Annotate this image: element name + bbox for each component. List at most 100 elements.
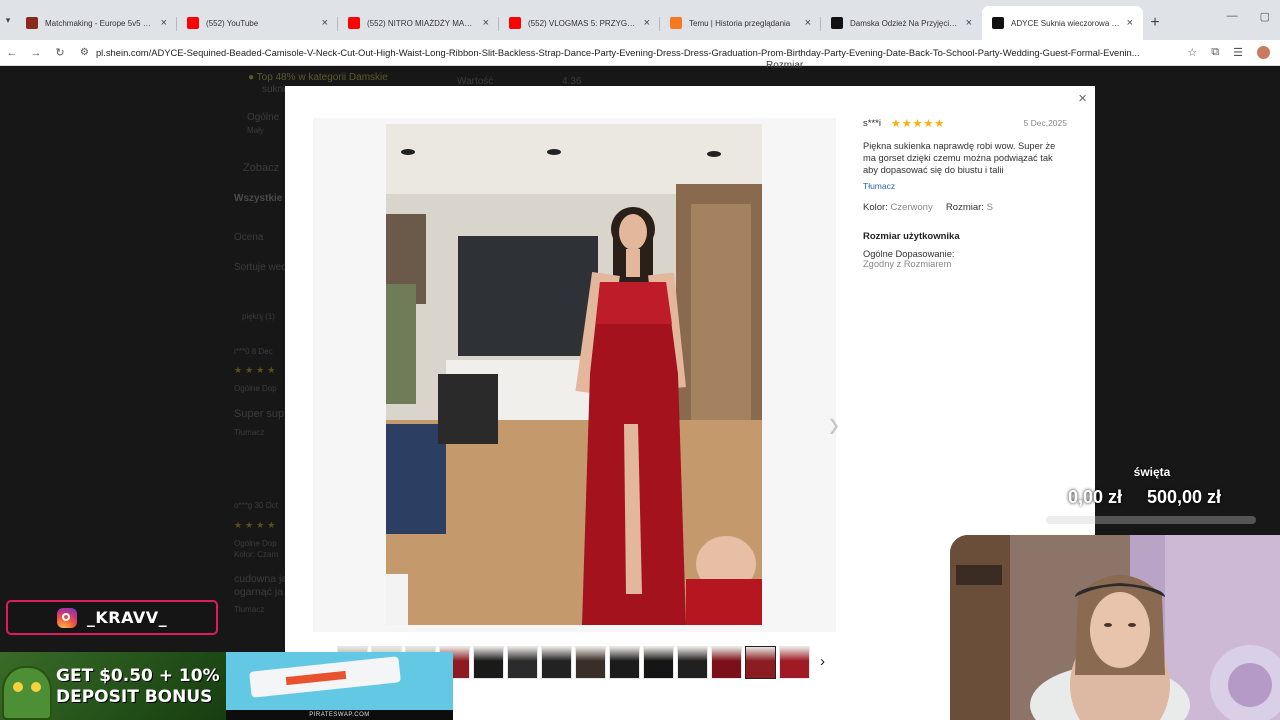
tab-close-icon[interactable]: × xyxy=(805,17,811,29)
bg-review-2-fit: Ogólne Dop xyxy=(234,539,277,548)
reading-list-icon[interactable]: ☰ xyxy=(1233,46,1243,59)
webcam-image xyxy=(950,535,1280,720)
minimize-icon[interactable]: — xyxy=(1227,10,1238,23)
bg-review-2-text-2: ogarnąć ja xyxy=(234,586,284,598)
tab-favicon-icon xyxy=(509,17,521,29)
bg-review-1-user: i***0 8 Dec xyxy=(234,347,273,356)
screen: { "browser": { "tabs": [ {"title": "Matc… xyxy=(0,0,1280,720)
browser-tab[interactable]: Damska Odzież Na Przyjęcie | S... × xyxy=(821,6,982,40)
maximize-icon[interactable]: ▢ xyxy=(1260,10,1270,23)
pirate-mascot-icon xyxy=(2,666,52,720)
browser-tab[interactable]: Temu | Historia przeglądania × xyxy=(660,6,821,40)
bg-review-1-stars: ★★★★ xyxy=(234,365,279,375)
thumbnail[interactable] xyxy=(507,646,538,679)
pictures-filter[interactable]: pięknj (1) xyxy=(242,312,275,321)
tab-close-icon[interactable]: × xyxy=(1127,17,1133,29)
forward-button[interactable]: → xyxy=(24,47,48,59)
tab-title: Temu | Historia przeglądania xyxy=(689,18,791,28)
tab-favicon-icon xyxy=(992,17,1004,29)
review-attributes: Kolor: Czerwony Rozmiar: S xyxy=(863,202,1067,213)
back-button[interactable]: ← xyxy=(0,47,24,59)
fit-value: Zgodny z Rozmiarem xyxy=(863,259,952,269)
tab-favicon-icon xyxy=(831,17,843,29)
user-size-heading: Rozmiar użytkownika xyxy=(863,231,960,242)
tab-close-icon[interactable]: × xyxy=(322,17,328,29)
browser-tab[interactable]: Matchmaking - Europe 5v5 Qu... × xyxy=(16,6,177,40)
tab-favicon-icon xyxy=(187,17,199,29)
tab-close-icon[interactable]: × xyxy=(161,17,167,29)
bg-review-2-color: Kolor: Czarn xyxy=(234,550,279,559)
overall-label: Ogólne xyxy=(247,112,280,123)
thumbnail[interactable] xyxy=(711,646,742,679)
review-image-viewer: › xyxy=(313,118,839,632)
tab-close-icon[interactable]: × xyxy=(644,17,650,29)
reload-button[interactable]: ↻ xyxy=(48,46,72,59)
promo-line-2: DEPOSIT BONUS xyxy=(56,687,213,707)
thumbnail[interactable] xyxy=(779,646,810,679)
review-photo[interactable] xyxy=(386,124,762,625)
size-label: Rozmiar: xyxy=(945,202,984,213)
promo-site-label: PIRATESWAP.COM xyxy=(226,710,453,720)
browser-tab[interactable]: (552) NITRO MIAŻDŻY MAMM... × xyxy=(338,6,499,40)
rating-stars: ★★★★★ xyxy=(890,117,946,130)
tab-title: Matchmaking - Europe 5v5 Qu... xyxy=(45,18,154,28)
review-detail: s***i ★★★★★ 5 Dec,2025 Piękna sukienka n… xyxy=(863,116,1067,270)
thumbnail[interactable] xyxy=(473,646,504,679)
streamer-webcam xyxy=(950,535,1280,720)
thumbnail[interactable] xyxy=(541,646,572,679)
window-controls: — ▢ xyxy=(1227,10,1270,23)
see-more-link[interactable]: Zobacz xyxy=(243,162,279,174)
site-info-icon[interactable]: ⚙ xyxy=(80,47,89,58)
thumbnail[interactable] xyxy=(745,646,776,679)
browser-tabstrip: ▾ Matchmaking - Europe 5v5 Qu... × (552) Y… xyxy=(0,0,1280,40)
bg-review-1-fit: Ogólne Dop xyxy=(234,384,277,393)
thumbnail[interactable] xyxy=(575,646,606,679)
bookmark-star-icon[interactable]: ☆ xyxy=(1187,46,1197,59)
tab-title: (552) YouTube xyxy=(206,18,259,28)
weapon-skin-banner xyxy=(226,652,453,710)
goal-title: święta xyxy=(1133,465,1171,479)
tab-favicon-icon xyxy=(348,17,360,29)
tab-favicon-icon xyxy=(670,17,682,29)
sort-label[interactable]: Sortuje wed xyxy=(234,262,287,273)
review-header: s***i ★★★★★ 5 Dec,2025 xyxy=(863,116,1067,130)
tab-search-icon[interactable]: ▾ xyxy=(0,0,16,40)
thumbnail[interactable] xyxy=(609,646,640,679)
new-tab-button[interactable]: + xyxy=(1143,6,1167,40)
browser-tab[interactable]: (552) VLOGMAS 5: PRZYGOTO... × xyxy=(499,6,660,40)
instagram-icon xyxy=(56,607,77,628)
review-photo-image xyxy=(386,124,762,625)
tab-close-icon[interactable]: × xyxy=(483,17,489,29)
close-icon[interactable]: × xyxy=(1078,90,1087,107)
translate-link[interactable]: Tłumacz xyxy=(863,181,1067,191)
bg-review-2-stars: ★★★★ xyxy=(234,520,279,530)
color-value: Czerwony xyxy=(890,202,933,213)
deposit-bonus-banner: GET $0.50 + 10% DEPOSIT BONUS xyxy=(0,652,226,720)
instagram-handle: _KRAVV_ xyxy=(86,608,168,627)
browser-toolbar: ← → ↻ ⚙ pl.shein.com/ADYCE-Sequined-Bead… xyxy=(0,40,1280,66)
toolbar-icons: ☆ ⧉ ☰ xyxy=(1179,46,1280,59)
address-bar[interactable]: ⚙ pl.shein.com/ADYCE-Sequined-Beaded-Cam… xyxy=(80,43,1179,63)
promo-line-1: GET $0.50 + 10% xyxy=(56,666,220,686)
color-label: Kolor: xyxy=(863,202,888,213)
rating-filter[interactable]: Ocena xyxy=(234,232,263,243)
bg-review-1-text: Super sup xyxy=(234,408,285,420)
overall-sub: Mały xyxy=(247,126,264,135)
profile-avatar[interactable] xyxy=(1257,46,1270,59)
extensions-icon[interactable]: ⧉ xyxy=(1211,46,1219,59)
thumbnail[interactable] xyxy=(643,646,674,679)
tab-close-icon[interactable]: × xyxy=(966,17,972,29)
browser-tab[interactable]: ADYCE Suknia wieczorowa z ce... × xyxy=(982,6,1143,40)
thumbnail-next-arrow[interactable]: › xyxy=(820,653,825,670)
bg-review-2-translate[interactable]: Tłumacz xyxy=(234,605,264,614)
metric-right-label: Rozmiar xyxy=(766,60,804,71)
tab-favicon-icon xyxy=(26,17,38,29)
reviewer-name: s***i xyxy=(863,117,881,129)
donation-goal: święta 0,00 zł 500,00 zł xyxy=(1040,465,1264,525)
thumbnail[interactable] xyxy=(677,646,708,679)
bg-review-1-translate[interactable]: Tłumacz xyxy=(234,428,264,437)
browser-tab[interactable]: (552) YouTube × xyxy=(177,6,338,40)
size-value: S xyxy=(986,202,993,213)
next-image-arrow[interactable]: › xyxy=(829,403,839,447)
all-reviews-heading: Wszystkie xyxy=(234,193,283,204)
